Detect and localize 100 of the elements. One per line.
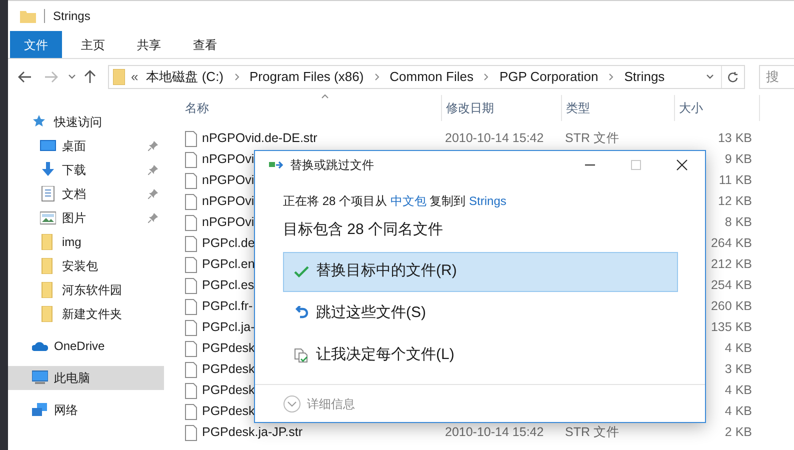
size-cell-text: 4 KB bbox=[724, 382, 753, 400]
breadcrumb[interactable]: 本地磁盘 (C:) bbox=[146, 67, 224, 87]
column-header[interactable]: 大小 bbox=[674, 95, 760, 121]
sidebar-item[interactable]: 此电脑 bbox=[8, 366, 164, 390]
size-cell-text: 9 KB bbox=[724, 151, 753, 168]
sort-ascending-icon bbox=[321, 94, 329, 99]
file-icon bbox=[185, 130, 197, 146]
breadcrumb[interactable]: PGP Corporation bbox=[499, 67, 598, 87]
chevron-down-icon[interactable] bbox=[68, 74, 76, 80]
size-cell-text: 12 KB bbox=[716, 193, 753, 210]
sidebar-item[interactable]: 网络 bbox=[8, 398, 164, 422]
breadcrumb[interactable]: Common Files bbox=[390, 67, 474, 87]
monitor-icon bbox=[40, 138, 56, 154]
overflow-chevron[interactable]: « bbox=[131, 67, 138, 87]
chevron-right-icon bbox=[608, 73, 614, 81]
file-name[interactable]: nPGPOvi bbox=[202, 171, 254, 190]
file-icon bbox=[185, 256, 197, 272]
file-icon bbox=[185, 236, 197, 252]
size-cell-text: 264 KB bbox=[710, 235, 753, 252]
chevron-down-icon[interactable] bbox=[705, 73, 715, 81]
copy-message: 正在将 28 个项目从 中文包 复制到 Strings bbox=[282, 193, 508, 210]
sidebar-item[interactable]: 桌面 bbox=[8, 134, 164, 158]
search-placeholder: 搜 bbox=[766, 68, 779, 86]
folder-icon bbox=[20, 9, 36, 23]
file-icon bbox=[185, 382, 197, 398]
sidebar-item[interactable]: 安装包 bbox=[8, 254, 164, 278]
destination-link[interactable]: Strings bbox=[469, 194, 506, 208]
file-name[interactable]: PGPcl.de bbox=[202, 234, 255, 253]
details-button[interactable]: 详细信息 bbox=[283, 394, 355, 412]
picture-icon bbox=[40, 210, 56, 226]
file-name[interactable]: nPGPOvid.de-DE.str bbox=[202, 129, 318, 148]
sidebar-item[interactable]: 河东软件园 bbox=[8, 278, 164, 302]
sidebar-item[interactable]: 新建文件夹 bbox=[8, 302, 164, 326]
type-cell-text: STR 文件 bbox=[564, 130, 620, 148]
file-icon bbox=[185, 404, 197, 420]
move-file-icon bbox=[269, 160, 285, 170]
sidebar-item[interactable]: 快速访问 bbox=[8, 110, 164, 134]
size-cell-text: 13 KB bbox=[716, 130, 753, 148]
sidebar-item[interactable]: img bbox=[8, 230, 164, 254]
sidebar-item[interactable]: 文档 bbox=[8, 182, 164, 206]
size-cell-text: 135 KB bbox=[710, 319, 753, 336]
option-button[interactable]: 替换目标中的文件(R) bbox=[283, 252, 678, 292]
file-name[interactable]: PGPdesk bbox=[202, 339, 255, 358]
ribbon-tab[interactable]: 查看 bbox=[180, 31, 230, 58]
back-arrow-icon[interactable] bbox=[18, 71, 32, 83]
sidebar-item[interactable]: 下载 bbox=[8, 158, 164, 182]
date-cell-text: 2010-10-14 15:42 bbox=[444, 424, 545, 442]
file-name[interactable]: PGPdesk bbox=[202, 360, 255, 379]
file-icon bbox=[185, 172, 197, 188]
file-name[interactable]: PGPcl.en bbox=[202, 255, 255, 274]
column-header[interactable]: 修改日期 bbox=[441, 95, 561, 121]
date-cell-text: 2010-10-14 15:42 bbox=[444, 130, 545, 148]
file-icon bbox=[185, 362, 197, 378]
network-icon bbox=[32, 402, 48, 418]
file-name[interactable]: PGPdesk bbox=[202, 381, 255, 400]
size-cell-text: 4 KB bbox=[724, 403, 753, 420]
chevron-right-icon bbox=[234, 73, 240, 81]
file-icon bbox=[185, 340, 197, 356]
file-icon bbox=[185, 320, 197, 336]
dialog-heading: 目标包含 28 个同名文件 bbox=[282, 220, 444, 240]
file-name[interactable]: nPGPOvi bbox=[202, 150, 254, 169]
option-button[interactable]: 让我决定每个文件(L) bbox=[283, 336, 678, 376]
sidebar-item[interactable]: 图片 bbox=[8, 206, 164, 230]
option-button[interactable]: 跳过这些文件(S) bbox=[283, 294, 678, 334]
file-icon bbox=[185, 424, 197, 440]
file-name[interactable]: PGPcl.es bbox=[202, 276, 254, 295]
file-name[interactable]: PGPcl.ja- bbox=[202, 318, 255, 337]
search-field[interactable]: 搜 bbox=[759, 65, 794, 89]
breadcrumb[interactable]: Strings bbox=[624, 67, 665, 87]
source-link[interactable]: 中文包 bbox=[390, 194, 426, 208]
file-name[interactable]: PGPdesk bbox=[202, 402, 255, 421]
column-header[interactable]: 类型 bbox=[561, 95, 674, 121]
breadcrumb[interactable]: Program Files (x86) bbox=[250, 67, 364, 87]
file-icon bbox=[185, 298, 197, 314]
file-name[interactable]: PGPdesk.ja-JP.str bbox=[202, 423, 303, 442]
ribbon-tab[interactable]: 文件 bbox=[10, 31, 62, 58]
column-header[interactable]: 名称 bbox=[181, 95, 441, 121]
size-cell-text: 212 KB bbox=[710, 256, 753, 274]
file-icon bbox=[185, 214, 197, 230]
check-icon bbox=[294, 264, 310, 280]
size-cell-text: 3 KB bbox=[724, 361, 753, 378]
folder-icon bbox=[113, 69, 125, 85]
address-bar[interactable]: « 本地磁盘 (C:) Program Files (x86) Common Files PGP Corporation Strings bbox=[108, 65, 745, 89]
up-arrow-icon[interactable] bbox=[84, 70, 96, 84]
file-icon bbox=[185, 278, 197, 294]
file-name[interactable]: PGPcl.fr- bbox=[202, 297, 253, 316]
window-title: Strings bbox=[53, 8, 90, 25]
ribbon-tab[interactable]: 共享 bbox=[124, 31, 174, 58]
sidebar-item[interactable]: OneDrive bbox=[8, 334, 164, 358]
chevron-down-icon bbox=[283, 394, 301, 412]
file-name[interactable]: nPGPOvi bbox=[202, 213, 254, 232]
ribbon-tab[interactable]: 主页 bbox=[68, 31, 118, 58]
size-cell-text: 8 KB bbox=[724, 214, 753, 232]
refresh-icon[interactable] bbox=[727, 70, 739, 84]
dialog-title: 替换或跳过文件 bbox=[290, 157, 375, 174]
file-name[interactable]: nPGPOvi bbox=[202, 192, 254, 211]
down-arrow-icon bbox=[40, 162, 56, 178]
size-cell-text: 4 KB bbox=[724, 340, 753, 358]
size-cell-text: 260 KB bbox=[710, 298, 753, 316]
size-cell-text: 254 KB bbox=[710, 277, 753, 294]
